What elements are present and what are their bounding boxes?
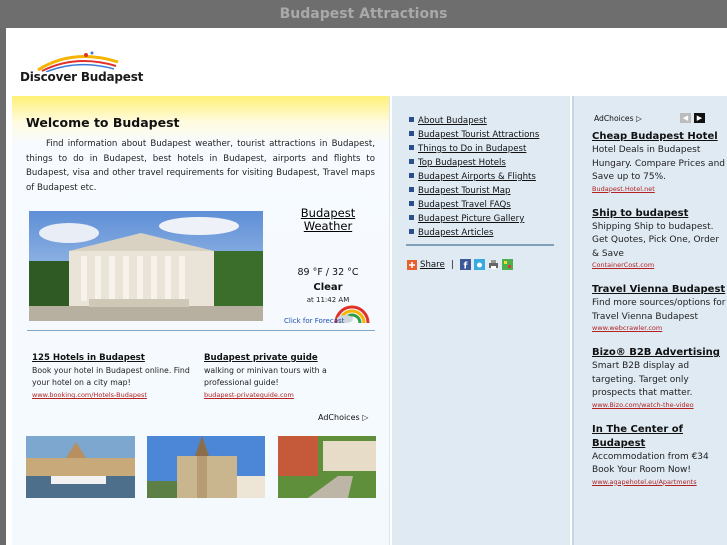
window-title: Budapest Attractions: [0, 0, 727, 28]
museum-photo: [29, 211, 263, 321]
ad-block[interactable]: Travel Vienna Budapest Find more sources…: [592, 283, 727, 332]
ad-url[interactable]: Budapest.Hotel.net: [592, 185, 727, 193]
ad-title[interactable]: In The Center of Budapest: [592, 423, 727, 451]
content-divider: [27, 330, 375, 331]
weather-widget: Budapest Weather 89 °F / 32 °C Clear at …: [280, 207, 376, 325]
share-separator: |: [450, 259, 454, 270]
ad-block[interactable]: Budapest private guide walking or miniva…: [204, 352, 374, 401]
nav-item-gallery[interactable]: Budapest Picture Gallery: [409, 212, 539, 226]
ad-url[interactable]: www.Bizo.com/watch-the-video: [592, 401, 727, 409]
ad-body: Hotel Deals in Budapest Hungary. Compare…: [592, 145, 725, 182]
bullet-icon: [409, 159, 414, 164]
twitter-icon[interactable]: [473, 259, 485, 270]
nav-item-about[interactable]: About Budapest: [409, 114, 539, 128]
nav-item-attractions[interactable]: Budapest Tourist Attractions: [409, 128, 539, 142]
ad-block[interactable]: Bizo® B2B Advertising Smart B2B display …: [592, 346, 727, 409]
ad-body: Smart B2B display ad targeting. Target o…: [592, 361, 693, 398]
weather-condition: Clear: [313, 282, 343, 293]
site-logo[interactable]: Discover Budapest: [18, 50, 148, 90]
share-bar: Share | f: [407, 259, 513, 270]
bullet-icon: [409, 117, 414, 122]
adchoices-icon: ▷: [362, 413, 369, 422]
ad-block[interactable]: 125 Hotels in Budapest Book your hotel i…: [32, 352, 202, 401]
ad-body: Find more sources/options for Travel Vie…: [592, 298, 726, 322]
nav-item-articles[interactable]: Budapest Articles: [409, 226, 539, 240]
adchoices-link[interactable]: AdChoices ▷: [594, 114, 642, 123]
print-icon[interactable]: [488, 259, 499, 270]
nav-item-faqs[interactable]: Budapest Travel FAQs: [409, 198, 539, 212]
ad-pager: ◀ ▶: [680, 113, 705, 123]
site-nav: About Budapest Budapest Tourist Attracti…: [409, 114, 539, 240]
parliament-photo[interactable]: [26, 436, 135, 498]
ad-block[interactable]: Cheap Budapest Hotel Hotel Deals in Buda…: [592, 130, 727, 193]
nav-column: About Budapest Budapest Tourist Attracti…: [392, 96, 570, 545]
ad-title[interactable]: Bizo® B2B Advertising: [592, 346, 727, 360]
ad-body: Book your hotel in Budapest online. Find…: [32, 366, 190, 387]
ad-url[interactable]: budapest-privateguide.com: [204, 389, 374, 401]
site-header: Discover Budapest: [6, 28, 727, 94]
ad-title[interactable]: Cheap Budapest Hotel: [592, 130, 727, 144]
next-arrow-icon[interactable]: ▶: [694, 113, 705, 123]
prev-arrow-icon[interactable]: ◀: [680, 113, 691, 123]
bullet-icon: [409, 215, 414, 220]
ad-body: Shipping Ship to budapest. Get Quotes, P…: [592, 221, 720, 259]
ad-url[interactable]: www.agapehotel.eu/Apartments: [592, 478, 727, 486]
adchoices-link[interactable]: AdChoices ▷: [318, 413, 368, 422]
bookmark-icon[interactable]: [501, 259, 513, 270]
ad-url[interactable]: www.webcrawler.com: [592, 324, 727, 332]
main-content: Welcome to Budapest Find information abo…: [12, 96, 390, 545]
bullet-icon: [409, 229, 414, 234]
welcome-text: Find information about Budapest weather,…: [26, 139, 375, 193]
bullet-icon: [409, 145, 414, 150]
bullet-icon: [409, 187, 414, 192]
logo-swoosh-icon: [37, 51, 119, 73]
welcome-heading: Welcome to Budapest: [26, 115, 180, 130]
adchoices-icon: ▷: [635, 114, 642, 123]
page: Discover Budapest Welcome to Budapest Fi…: [6, 28, 727, 545]
weather-temperature: 89 °F / 32 °C: [297, 267, 359, 278]
facebook-icon[interactable]: f: [459, 259, 471, 271]
nav-divider: [406, 244, 554, 246]
ad-body: Accommodation from €34 Book Your Room No…: [592, 451, 709, 476]
svg-text:f: f: [463, 262, 467, 271]
nav-item-hotels[interactable]: Top Budapest Hotels: [409, 156, 539, 170]
bullet-icon: [409, 173, 414, 178]
forecast-link[interactable]: Click for Forecast: [284, 317, 344, 325]
adchoices-label: AdChoices: [318, 413, 360, 422]
bullet-icon: [409, 131, 414, 136]
ad-body: walking or minivan tours with a professi…: [204, 366, 327, 387]
ad-title[interactable]: Ship to budapest: [592, 207, 727, 221]
ad-sidebar: AdChoices ▷ ◀ ▶ Cheap Budapest Hotel Hot…: [572, 96, 727, 545]
ad-title[interactable]: 125 Hotels in Budapest: [32, 352, 202, 364]
adchoices-label: AdChoices: [594, 114, 634, 123]
nav-item-map[interactable]: Budapest Tourist Map: [409, 184, 539, 198]
nav-item-airports[interactable]: Budapest Airports & Flights: [409, 170, 539, 184]
nav-item-things-to-do[interactable]: Things to Do in Budapest: [409, 142, 539, 156]
ad-title[interactable]: Travel Vienna Budapest: [592, 283, 727, 297]
share-link[interactable]: Share: [420, 260, 445, 270]
church-photo[interactable]: [147, 436, 265, 498]
ad-url[interactable]: www.booking.com/Hotels-Budapest: [32, 389, 202, 401]
ad-url[interactable]: ContainerCost.com: [592, 261, 727, 269]
weather-link[interactable]: Budapest Weather: [280, 207, 376, 233]
ad-block[interactable]: Ship to budapest Shipping Ship to budape…: [592, 207, 727, 270]
logo-text: Discover Budapest: [20, 70, 144, 84]
ad-title[interactable]: Budapest private guide: [204, 352, 374, 364]
share-icon[interactable]: [407, 259, 417, 270]
bullet-icon: [409, 201, 414, 206]
ad-list: Cheap Budapest Hotel Hotel Deals in Buda…: [592, 130, 727, 500]
garden-photo[interactable]: [278, 436, 376, 498]
ad-block[interactable]: In The Center of Budapest Accommodation …: [592, 423, 727, 486]
